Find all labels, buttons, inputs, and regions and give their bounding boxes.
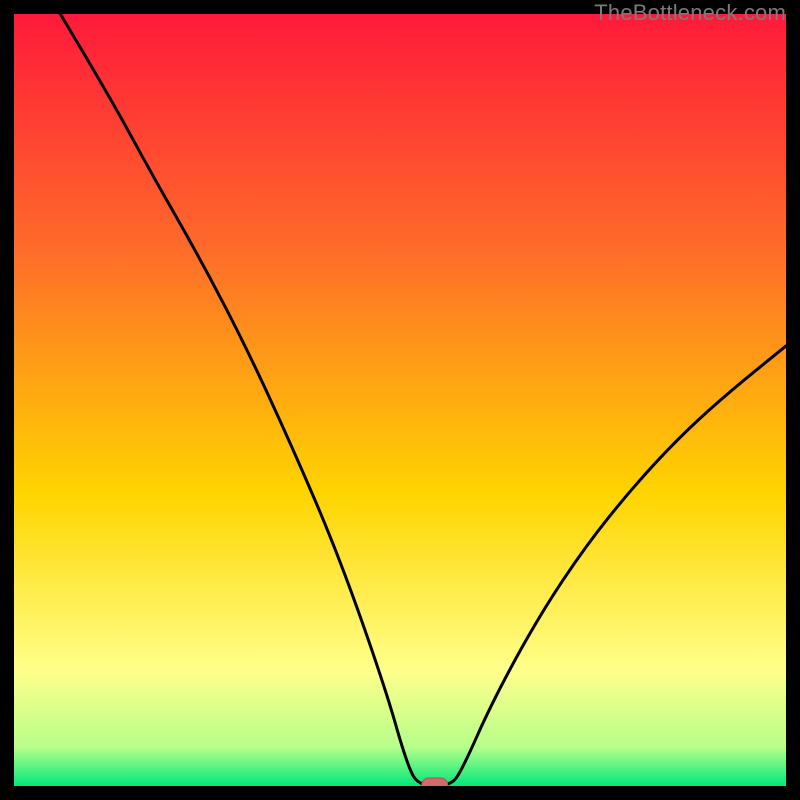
bottleneck-chart — [14, 14, 786, 786]
chart-frame — [14, 14, 786, 786]
gradient-background — [14, 14, 786, 786]
optimal-marker — [422, 778, 448, 786]
watermark-text: TheBottleneck.com — [594, 0, 786, 26]
